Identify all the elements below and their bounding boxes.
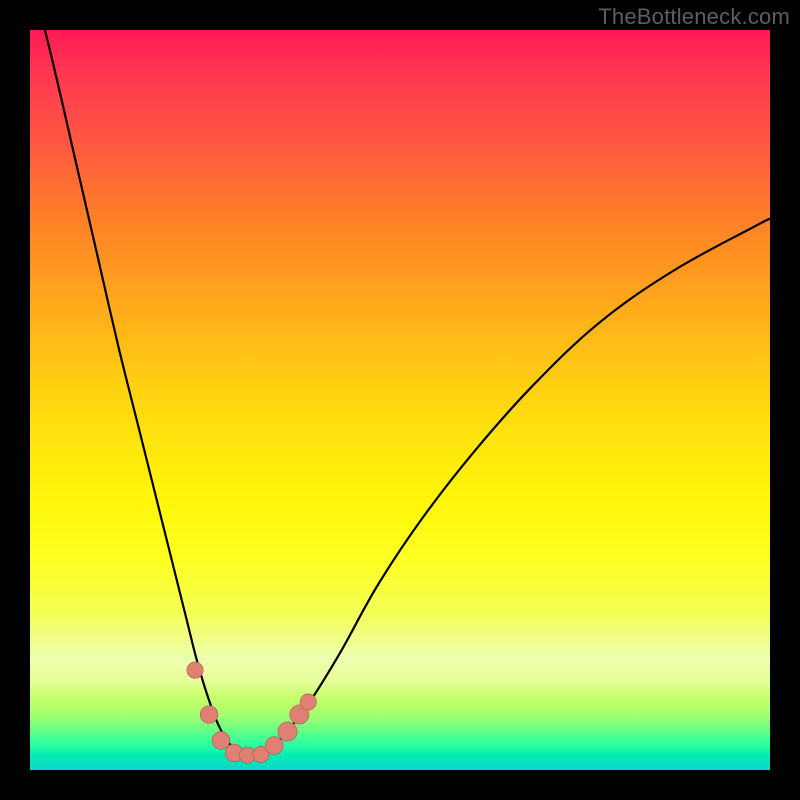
data-marker	[212, 732, 230, 750]
data-marker	[200, 706, 218, 724]
chart-plot-area	[30, 30, 770, 770]
chart-frame: TheBottleneck.com	[0, 0, 800, 800]
data-marker	[187, 662, 203, 678]
data-marker	[278, 722, 297, 741]
chart-svg	[30, 30, 770, 770]
data-marker	[265, 737, 283, 755]
data-markers	[187, 662, 316, 763]
bottleneck-curve	[30, 0, 770, 755]
data-marker	[300, 694, 316, 710]
watermark-text: TheBottleneck.com	[598, 4, 790, 30]
